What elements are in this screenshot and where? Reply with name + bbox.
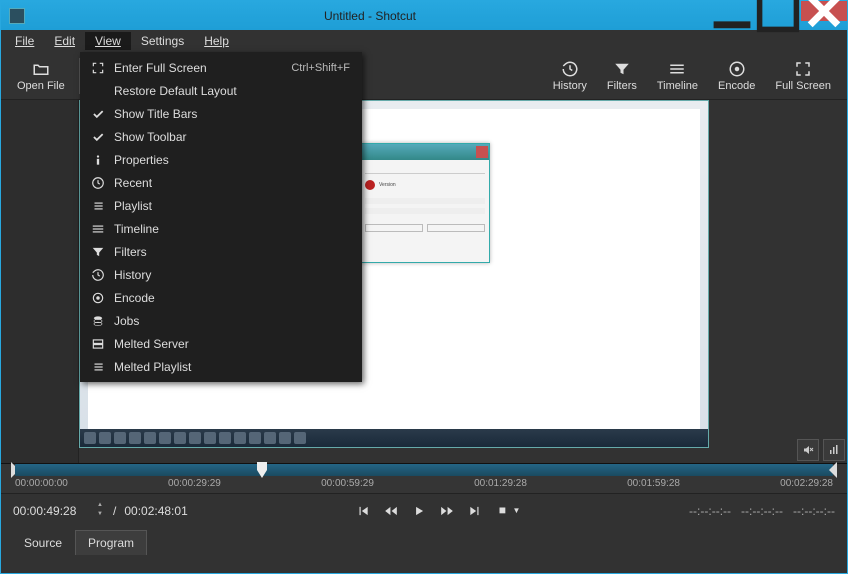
playback-controls: ▲▼ / 00:02:48:01 ▼ --:--:--:-- --:--:--:… <box>1 493 847 527</box>
timeline-icon <box>668 60 686 78</box>
funnel-icon <box>613 60 631 78</box>
menu-jobs[interactable]: Jobs <box>80 309 362 332</box>
menu-encode[interactable]: Encode <box>80 286 362 309</box>
frame-dialog: Version <box>360 143 490 263</box>
filters-button[interactable]: Filters <box>597 58 647 94</box>
mute-button[interactable] <box>797 439 819 461</box>
menu-melted-playlist[interactable]: Melted Playlist <box>80 355 362 378</box>
menu-enter-full-screen[interactable]: Enter Full Screen Ctrl+Shift+F <box>80 56 362 79</box>
timeline-icon <box>88 222 108 236</box>
time-mark: 00:00:00:00 <box>15 478 68 489</box>
open-file-button[interactable]: Open File <box>7 58 75 94</box>
skip-start-button[interactable] <box>356 504 370 518</box>
menu-settings[interactable]: Settings <box>131 32 194 50</box>
fullscreen-icon <box>88 61 108 75</box>
titlebar: Untitled - Shotcut <box>1 1 847 30</box>
funnel-icon <box>88 245 108 259</box>
list-icon <box>88 360 108 374</box>
fullscreen-icon <box>794 60 812 78</box>
rewind-button[interactable] <box>384 504 398 518</box>
stack-icon <box>88 314 108 328</box>
time-mark: 00:00:29:29 <box>168 478 221 489</box>
timeline-button[interactable]: Timeline <box>647 58 708 94</box>
footer <box>1 555 847 573</box>
timeline-ruler[interactable]: 00:00:00:00 00:00:29:29 00:00:59:29 00:0… <box>1 463 847 493</box>
preview-corner-buttons <box>797 439 845 461</box>
time-mark: 00:01:59:28 <box>627 478 680 489</box>
folder-open-icon <box>32 60 50 78</box>
left-panel <box>1 100 79 463</box>
menu-restore-layout[interactable]: Restore Default Layout <box>80 79 362 102</box>
timeline-track[interactable] <box>15 464 833 476</box>
menu-playlist[interactable]: Playlist <box>80 194 362 217</box>
tc-3: --:--:--:-- <box>793 504 835 518</box>
info-icon <box>88 153 108 167</box>
history-icon <box>88 268 108 282</box>
menu-properties[interactable]: Properties <box>80 148 362 171</box>
timeline-labels: 00:00:00:00 00:00:29:29 00:00:59:29 00:0… <box>15 478 833 489</box>
menu-edit[interactable]: Edit <box>44 32 85 50</box>
play-button[interactable] <box>412 504 426 518</box>
out-point-handle[interactable] <box>829 462 837 478</box>
menu-view[interactable]: View <box>85 32 131 50</box>
tc-1: --:--:--:-- <box>689 504 731 518</box>
tc-2: --:--:--:-- <box>741 504 783 518</box>
check-icon <box>88 130 108 144</box>
time-mark: 00:01:29:28 <box>474 478 527 489</box>
minimize-button[interactable] <box>709 1 755 21</box>
current-time-input[interactable] <box>13 504 87 518</box>
menu-filters[interactable]: Filters <box>80 240 362 263</box>
server-icon <box>88 337 108 351</box>
disc-icon <box>728 60 746 78</box>
menu-file[interactable]: File <box>5 32 44 50</box>
time-mark: 00:02:29:28 <box>780 478 833 489</box>
maximize-button[interactable] <box>755 1 801 21</box>
window-controls <box>709 1 847 30</box>
time-mark: 00:00:59:29 <box>321 478 374 489</box>
encode-button[interactable]: Encode <box>708 58 765 94</box>
check-icon <box>88 107 108 121</box>
skip-end-button[interactable] <box>468 504 482 518</box>
player-tabs: Source Program <box>1 527 847 555</box>
menu-recent[interactable]: Recent <box>80 171 362 194</box>
time-spinner[interactable]: ▲▼ <box>95 502 105 520</box>
menu-history[interactable]: History <box>80 263 362 286</box>
menu-timeline[interactable]: Timeline <box>80 217 362 240</box>
fast-forward-button[interactable] <box>440 504 454 518</box>
list-icon <box>88 199 108 213</box>
tab-program[interactable]: Program <box>75 530 147 555</box>
total-time: 00:02:48:01 <box>124 504 187 518</box>
zoom-dropdown[interactable]: ▼ <box>496 504 520 518</box>
menu-melted-server[interactable]: Melted Server <box>80 332 362 355</box>
meter-button[interactable] <box>823 439 845 461</box>
view-menu-dropdown: Enter Full Screen Ctrl+Shift+F Restore D… <box>80 52 362 382</box>
timecode-readouts: --:--:--:-- --:--:--:-- --:--:--:-- <box>689 504 835 518</box>
tab-source[interactable]: Source <box>11 530 75 555</box>
menu-show-title-bars[interactable]: Show Title Bars <box>80 102 362 125</box>
fullscreen-button[interactable]: Full Screen <box>765 58 841 94</box>
close-button[interactable] <box>801 1 847 21</box>
disc-icon <box>88 291 108 305</box>
menu-show-toolbar[interactable]: Show Toolbar <box>80 125 362 148</box>
clock-icon <box>88 176 108 190</box>
frame-taskbar <box>80 429 708 447</box>
app-icon <box>9 8 25 24</box>
window-title: Untitled - Shotcut <box>31 9 709 23</box>
history-button[interactable]: History <box>543 58 597 94</box>
history-icon <box>561 60 579 78</box>
menu-help[interactable]: Help <box>194 32 239 50</box>
